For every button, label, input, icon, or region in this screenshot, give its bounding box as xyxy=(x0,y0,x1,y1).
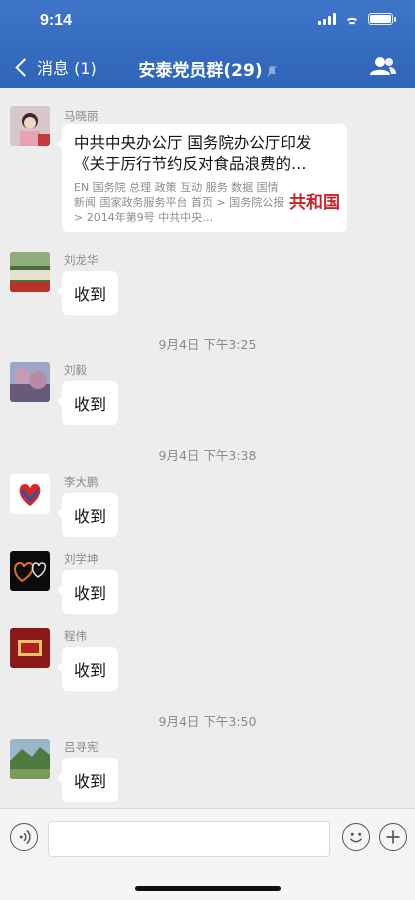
message-item: 吕寻宪 收到 xyxy=(10,739,210,803)
members-icon[interactable] xyxy=(369,56,397,76)
message-bubble[interactable]: 收到 xyxy=(56,493,119,537)
nav-bar: 9:14 消息 (1) 安泰党员群(29) xyxy=(0,0,415,88)
time-separator: 9月4日 下午3:50 xyxy=(158,714,257,729)
mute-icon xyxy=(267,65,277,77)
message-item: 刘毅 收到 xyxy=(10,362,210,426)
sender-name: 马晓丽 xyxy=(64,109,99,123)
avatar-chengwei[interactable] xyxy=(10,628,50,668)
link-title: 中共中央办公厅 国务院办公厅印发《关于厉行节约反对食品浪费的… xyxy=(74,134,312,173)
status-time: 9:14 xyxy=(40,12,73,29)
message-item: 程伟 收到 xyxy=(10,628,210,692)
message-item: 刘学坤 收到 xyxy=(10,551,210,615)
status-icons xyxy=(318,13,396,25)
home-indicator[interactable] xyxy=(135,886,281,891)
message-bubble[interactable]: 收到 xyxy=(56,381,119,425)
sender-name: 刘龙华 xyxy=(64,253,99,267)
message-bubble[interactable]: 收到 xyxy=(56,271,119,315)
sender-name: 刘毅 xyxy=(64,363,87,377)
message-item: 刘龙华 收到 xyxy=(10,252,210,316)
avatar-maxiaoli[interactable] xyxy=(10,106,50,146)
voice-icon[interactable] xyxy=(10,823,38,851)
link-description: EN 国务院 总理 政策 互动 服务 数据 国情 新闻 国家政务服务平台 首页 … xyxy=(74,181,285,224)
chat-title: 安泰党员群(29) xyxy=(0,56,415,81)
chat-title-text: 安泰党员群(29) xyxy=(138,61,263,81)
sender-name: 吕寻宪 xyxy=(64,740,99,754)
message-item: 李大鹏 收到 xyxy=(10,474,210,538)
avatar-liuxuekun[interactable] xyxy=(10,551,50,591)
time-separator: 9月4日 下午3:25 xyxy=(158,337,257,352)
chat-area[interactable]: 马晓丽 中共中央办公厅 国务院办公厅印发《关于厉行节约反对食品浪费的… EN 国… xyxy=(0,88,415,808)
time-separator: 9月4日 下午3:38 xyxy=(158,448,257,463)
wifi-icon xyxy=(344,13,360,25)
message-bubble[interactable]: 收到 xyxy=(56,758,119,802)
signal-icon xyxy=(318,13,336,25)
avatar-liuyi[interactable] xyxy=(10,362,50,402)
link-thumbnail: 共和国 xyxy=(289,192,339,213)
message-input[interactable] xyxy=(48,821,330,857)
sender-name: 刘学坤 xyxy=(64,552,99,566)
battery-icon xyxy=(368,13,396,25)
message-link: 马晓丽 中共中央办公厅 国务院办公厅印发《关于厉行节约反对食品浪费的… EN 国… xyxy=(10,106,410,256)
plus-icon[interactable] xyxy=(379,823,407,851)
emoji-icon[interactable] xyxy=(342,823,370,851)
avatar-liulonghua[interactable] xyxy=(10,252,50,292)
message-bubble[interactable]: 收到 xyxy=(56,570,119,614)
message-bubble[interactable]: 收到 xyxy=(56,647,119,691)
avatar-lvxunxian[interactable] xyxy=(10,739,50,779)
link-card[interactable]: 中共中央办公厅 国务院办公厅印发《关于厉行节约反对食品浪费的… EN 国务院 总… xyxy=(57,124,347,232)
sender-name: 李大鹏 xyxy=(64,475,99,489)
avatar-lidapeng[interactable] xyxy=(10,474,50,514)
sender-name: 程伟 xyxy=(64,629,87,643)
